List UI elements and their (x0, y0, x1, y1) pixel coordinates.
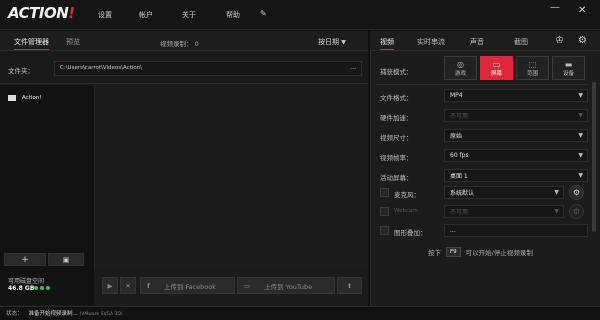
region-icon: ⬚ (528, 59, 537, 69)
upload-youtube-button[interactable]: ▭ 上传到 YouTube (237, 277, 335, 294)
chevron-down-icon: ▼ (578, 92, 583, 99)
webcam-checkbox[interactable] (380, 207, 389, 216)
chevron-down-icon: ▼ (578, 152, 583, 159)
overlay-field[interactable]: ... (444, 224, 588, 237)
folder-action-button[interactable]: ▣ (48, 253, 84, 266)
video-size-dropdown[interactable]: 原始 ▼ (444, 129, 588, 142)
mic-label: 麦克风： (394, 191, 420, 199)
chevron-down-icon: ▼ (341, 39, 346, 46)
app-logo: ACTION! (8, 4, 75, 22)
disk-indicator (34, 286, 52, 290)
title-bar (0, 0, 600, 30)
pen-icon[interactable]: ✎ (260, 9, 267, 18)
file-format-label: 文件格式： (380, 94, 413, 102)
gear-icon: ⚙ (572, 207, 581, 216)
chevron-down-icon: ▼ (578, 172, 583, 179)
hw-accel-dropdown[interactable]: 不可用 ▼ (444, 109, 588, 122)
chevron-down-icon: ▼ (554, 189, 559, 196)
play-icon: ▶ (107, 281, 113, 290)
tab-preview[interactable]: 预览 (66, 37, 80, 47)
menu-account[interactable]: 帐户 (139, 10, 153, 20)
tab-video[interactable]: 视频 (380, 37, 394, 50)
close-button[interactable]: ✕ (578, 5, 586, 16)
gamepad-icon: ◎ (457, 59, 464, 69)
divider (376, 84, 588, 85)
mic-dropdown[interactable]: 系统默认 ▼ (444, 186, 564, 199)
tree-item-action[interactable]: Action! (22, 95, 41, 101)
webcam-dropdown[interactable]: 不可用 ▼ (444, 205, 564, 218)
upload-icon: ⬆ (346, 281, 353, 290)
disk-space-label: 可用磁盘空间 (8, 278, 45, 285)
recording-count-label: 视频录制： 0 (160, 40, 199, 48)
chevron-down-icon: ▼ (554, 208, 559, 215)
hotkey-hint: 按下 F9 可以开始/停止视频录制 (428, 247, 533, 257)
folder-label: 文件夹： (8, 67, 34, 75)
close-icon: ✕ (125, 281, 131, 290)
tab-audio[interactable]: 声音 (470, 37, 484, 47)
facebook-icon: f (147, 281, 150, 290)
menu-settings[interactable]: 设置 (98, 10, 112, 20)
hw-accel-label: 硬件加速： (380, 114, 413, 122)
disk-space-value: 46.8 GB (8, 285, 35, 292)
folder-icon (8, 95, 16, 101)
webcam-settings-button[interactable]: ⚙ (569, 204, 584, 219)
mic-settings-button[interactable]: ⚙ (569, 185, 584, 200)
webcam-label: Webcam (394, 208, 418, 214)
crown-icon[interactable]: ♔ (555, 35, 564, 46)
sort-dropdown[interactable]: 按日期 ▼ (318, 37, 346, 47)
folder-path: C:\Users\carrot\Videos\Action\ (60, 65, 143, 71)
right-tab-bar (370, 31, 600, 51)
file-list (94, 85, 368, 269)
tab-screenshot[interactable]: 截图 (514, 37, 528, 47)
device-icon: ▬ (564, 59, 573, 69)
upload-facebook-button[interactable]: f 上传到 Facebook (140, 277, 235, 294)
chevron-down-icon: ▼ (578, 132, 583, 139)
gear-icon[interactable]: ⚙ (578, 35, 587, 46)
mode-device[interactable]: ▬ 设备 (552, 56, 585, 80)
play-button[interactable]: ▶ (102, 277, 118, 294)
gear-icon: ⚙ (572, 188, 581, 197)
minimize-button[interactable]: — (550, 2, 560, 13)
browse-button[interactable]: ... (350, 63, 356, 71)
chevron-down-icon: ▼ (578, 112, 583, 119)
hotkey-badge: F9 (446, 247, 461, 257)
settings-scrollbar[interactable] (592, 82, 596, 232)
status-text: 状态： 准备开始视频录制... (VMware SVGA 3D) (6, 311, 123, 317)
menu-about[interactable]: 关于 (182, 10, 196, 20)
frame-rate-dropdown[interactable]: 60 fps ▼ (444, 149, 588, 162)
menu-help[interactable]: 帮助 (226, 10, 240, 20)
mode-game[interactable]: ◎ 游戏 (444, 56, 477, 80)
active-screen-dropdown[interactable]: 桌面 1 ▼ (444, 169, 588, 182)
add-folder-button[interactable]: + (4, 253, 46, 266)
delete-button[interactable]: ✕ (120, 277, 136, 294)
upload-button[interactable]: ⬆ (337, 277, 362, 294)
active-screen-label: 活动屏幕： (380, 174, 413, 182)
mode-screen[interactable]: ▭ 屏幕 (480, 56, 513, 80)
mode-region[interactable]: ⬚ 范围 (516, 56, 549, 80)
youtube-icon: ▭ (244, 281, 251, 290)
folder-plus-icon: ▣ (62, 255, 70, 264)
overlay-checkbox[interactable] (380, 226, 389, 235)
tab-live[interactable]: 实时串流 (417, 37, 445, 47)
folder-tree (0, 85, 94, 305)
mic-checkbox[interactable] (380, 188, 389, 197)
video-size-label: 视频尺寸： (380, 134, 413, 142)
frame-rate-label: 视频帧率： (380, 154, 413, 162)
file-format-dropdown[interactable]: MP4 ▼ (444, 89, 588, 102)
tab-file-manager[interactable]: 文件管理器 (14, 37, 49, 50)
overlay-label: 图形叠加： (394, 229, 427, 237)
capture-mode-label: 捕获模式： (380, 68, 413, 76)
monitor-icon: ▭ (492, 59, 501, 69)
